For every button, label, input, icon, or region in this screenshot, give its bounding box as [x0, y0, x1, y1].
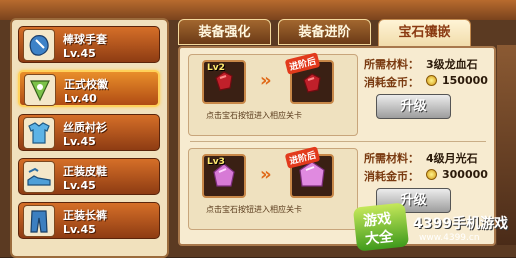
- cost-value: 300000: [442, 168, 488, 181]
- material-label: 所需材料：: [364, 152, 419, 165]
- cost-value: 150000: [442, 74, 488, 87]
- game-window: 棒球手套 Lv.45 正式校徽 Lv.40 丝质衬衫 Lv.45 正装皮鞋 Lv…: [0, 0, 516, 258]
- badge-icon: [24, 74, 56, 106]
- equipment-level: Lv.40: [64, 92, 97, 105]
- shirt-icon: [23, 117, 55, 149]
- shoes-icon: [23, 161, 55, 193]
- cost-label: 消耗金币：: [364, 170, 419, 183]
- game-logo: 游戏 大全: [352, 202, 410, 252]
- glove-icon: [23, 29, 55, 61]
- equipment-list: 棒球手套 Lv.45 正式校徽 Lv.40 丝质衬衫 Lv.45 正装皮鞋 Lv…: [10, 18, 169, 258]
- equipment-name: 丝质衬衫: [63, 121, 107, 134]
- material-value: 4级月光石: [426, 152, 478, 165]
- coin-icon: [426, 169, 437, 180]
- watermark-url: www.4399.cn: [419, 233, 480, 243]
- cost-label: 消耗金币：: [364, 76, 419, 89]
- row-divider: [190, 141, 486, 142]
- logo-line2: 大全: [364, 228, 394, 248]
- upgrade-button[interactable]: 升级: [376, 94, 451, 119]
- watermark: 游戏 大全 4399手机游戏 www.4399.cn: [352, 202, 515, 255]
- equipment-level: Lv.45: [63, 47, 96, 60]
- pants-icon: [23, 205, 55, 237]
- equipment-item-glove[interactable]: 棒球手套 Lv.45: [18, 26, 160, 63]
- tab-equipment-advance[interactable]: 装备进阶: [278, 19, 371, 45]
- gem-hint: 点击宝石按钮进入相应关卡: [206, 111, 302, 120]
- equipment-item-shoes[interactable]: 正装皮鞋 Lv.45: [18, 158, 160, 195]
- equipment-item-shirt[interactable]: 丝质衬衫 Lv.45: [18, 114, 160, 151]
- equipment-name: 正式校徽: [64, 78, 108, 91]
- equipment-item-badge[interactable]: 正式校徽 Lv.40: [18, 70, 160, 107]
- gem-level: Lv2: [207, 63, 225, 73]
- material-label: 所需材料：: [364, 58, 419, 71]
- equipment-name: 正装皮鞋: [63, 165, 107, 178]
- gem-level: Lv3: [207, 157, 225, 167]
- watermark-text: 4399手机游戏: [413, 216, 508, 232]
- tab-gem-inlay[interactable]: 宝石镶嵌: [378, 19, 471, 47]
- arrow-right-icon: »: [260, 164, 272, 185]
- gem-current-slot[interactable]: Lv2: [202, 60, 246, 104]
- material-value: 3级龙血石: [426, 58, 478, 71]
- equipment-name: 正装长裤: [63, 209, 107, 222]
- equipment-item-pants[interactable]: 正装长裤 Lv.45: [18, 202, 160, 239]
- top-bar: [0, 0, 516, 20]
- equipment-name: 棒球手套: [63, 33, 107, 46]
- gem-hint: 点击宝石按钮进入相应关卡: [206, 205, 302, 214]
- equipment-level: Lv.45: [63, 179, 96, 192]
- arrow-right-icon: »: [260, 70, 272, 91]
- equipment-level: Lv.45: [63, 135, 96, 148]
- coin-icon: [426, 75, 437, 86]
- gem-current-slot[interactable]: Lv3: [202, 154, 246, 198]
- tab-equipment-enhance[interactable]: 装备强化: [178, 19, 271, 45]
- equipment-level: Lv.45: [63, 223, 96, 236]
